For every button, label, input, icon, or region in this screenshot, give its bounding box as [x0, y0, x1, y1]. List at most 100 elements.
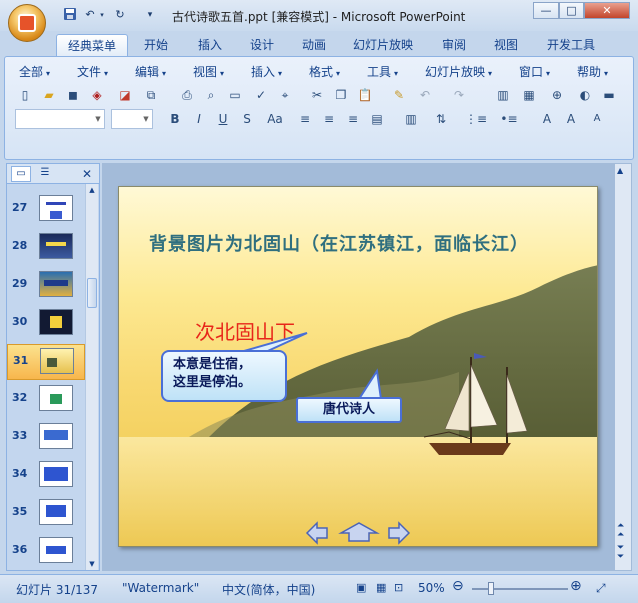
- next-arrow-icon[interactable]: [388, 521, 411, 545]
- chart-icon[interactable]: ▥: [493, 85, 513, 105]
- menu-format[interactable]: 格式 ▾: [309, 63, 340, 80]
- zoom-slider[interactable]: [472, 588, 568, 590]
- hyperlink-icon[interactable]: ⊕: [547, 85, 567, 105]
- align-left-icon[interactable]: ≡: [295, 109, 315, 129]
- slide-thumbnail-33[interactable]: 33: [7, 420, 85, 456]
- save-icon[interactable]: [62, 7, 78, 23]
- close-button[interactable]: ✕: [584, 2, 630, 19]
- menu-file[interactable]: 文件 ▾: [77, 63, 108, 80]
- italic-button[interactable]: I: [189, 109, 209, 129]
- normal-view-icon[interactable]: ▣: [356, 581, 366, 594]
- underline-button[interactable]: U: [213, 109, 233, 129]
- slide-thumbnail-30[interactable]: 30: [7, 306, 85, 342]
- menu-slideshow[interactable]: 幻灯片放映 ▾: [425, 63, 492, 80]
- menu-view[interactable]: 视图 ▾: [193, 63, 224, 80]
- outline-tab-icon[interactable]: ☰: [35, 166, 55, 182]
- slide-thumbnail-27[interactable]: 27: [7, 192, 85, 228]
- font-name-select[interactable]: ▼: [15, 109, 105, 129]
- tab-view[interactable]: 视图: [486, 34, 526, 56]
- menu-all[interactable]: 全部 ▾: [19, 63, 50, 80]
- new-file-icon[interactable]: ▯: [15, 85, 35, 105]
- bold-button[interactable]: B: [165, 109, 185, 129]
- cut-icon[interactable]: ✂: [307, 85, 327, 105]
- table-icon[interactable]: ▦: [519, 85, 539, 105]
- print-icon[interactable]: ⎙: [177, 85, 197, 105]
- redo-icon[interactable]: ↻: [112, 7, 128, 23]
- increase-font-icon[interactable]: A: [537, 109, 557, 129]
- slide-icon[interactable]: ▭: [225, 85, 245, 105]
- tab-home[interactable]: 开始: [136, 34, 176, 56]
- tab-developer[interactable]: 开发工具: [540, 34, 602, 56]
- pdf-icon[interactable]: ◪: [115, 85, 135, 105]
- menu-window[interactable]: 窗口 ▾: [519, 63, 550, 80]
- shadow-button[interactable]: S: [237, 109, 257, 129]
- menu-help[interactable]: 帮助 ▾: [577, 63, 608, 80]
- minimize-button[interactable]: —: [533, 2, 559, 19]
- format-painter-icon[interactable]: ✎: [389, 85, 409, 105]
- slide-canvas[interactable]: 背景图片为北固山（在江苏镇江，面临长江） 次北固山下 本意是住宿， 这里是停泊。…: [118, 186, 598, 547]
- display-icon[interactable]: ▬: [599, 85, 619, 105]
- copy-icon[interactable]: ❐: [331, 85, 351, 105]
- numbering-icon[interactable]: ⋮≡: [465, 109, 487, 129]
- language-indicator[interactable]: 中文(简体，中国): [222, 581, 315, 598]
- menu-insert[interactable]: 插入 ▾: [251, 63, 282, 80]
- scroll-down-icon[interactable]: ▼: [86, 558, 98, 570]
- paste-icon[interactable]: 📋: [355, 85, 375, 105]
- slide-thumbnail-28[interactable]: 28: [7, 230, 85, 266]
- tab-review[interactable]: 审阅: [434, 34, 474, 56]
- slides-scrollbar[interactable]: ▲ ▼: [85, 184, 98, 570]
- scroll-up-icon[interactable]: ▲: [86, 184, 98, 196]
- tab-design[interactable]: 设计: [242, 34, 282, 56]
- slides-tab-icon[interactable]: ▭: [11, 166, 31, 182]
- open-folder-icon[interactable]: ▰: [39, 85, 59, 105]
- undo-icon[interactable]: ↶: [415, 85, 435, 105]
- zoom-out-icon[interactable]: ⊖: [452, 578, 464, 594]
- bullets-icon[interactable]: •≡: [499, 109, 519, 129]
- zoom-level[interactable]: 50%: [418, 581, 445, 595]
- grow-font-icon[interactable]: A: [561, 109, 581, 129]
- slide-thumbnail-29[interactable]: 29: [7, 268, 85, 304]
- zoom-in-icon[interactable]: ⊕: [570, 578, 582, 594]
- home-arrow-icon[interactable]: [338, 522, 380, 542]
- undo-dropdown-icon[interactable]: ▾: [94, 7, 110, 23]
- redo-icon[interactable]: ↷: [449, 85, 469, 105]
- scroll-up-icon[interactable]: ▲: [617, 166, 623, 175]
- preview-icon[interactable]: ⌕: [201, 85, 221, 105]
- menu-edit[interactable]: 编辑 ▾: [135, 63, 166, 80]
- next-slide-icon[interactable]: ⏷ ⏷: [617, 544, 624, 562]
- zoom-slider-thumb[interactable]: [488, 582, 494, 595]
- previous-slide-icon[interactable]: ⏶ ⏶: [617, 522, 624, 540]
- slide-thumbnail-36[interactable]: 36: [7, 534, 85, 570]
- menu-tools[interactable]: 工具 ▾: [367, 63, 398, 80]
- text-direction-icon[interactable]: ⇅: [431, 109, 451, 129]
- justify-icon[interactable]: ▤: [367, 109, 387, 129]
- slide-thumbnail-31[interactable]: 31: [7, 344, 85, 380]
- tab-animation[interactable]: 动画: [294, 34, 334, 56]
- close-pane-icon[interactable]: ✕: [79, 166, 95, 182]
- slide-thumbnail-35[interactable]: 35: [7, 496, 85, 532]
- research-icon[interactable]: ⌖: [275, 85, 295, 105]
- slideshow-view-icon[interactable]: ⊡: [394, 581, 403, 594]
- align-center-icon[interactable]: ≡: [319, 109, 339, 129]
- prev-arrow-icon[interactable]: [305, 521, 328, 545]
- office-button[interactable]: [8, 4, 46, 42]
- shrink-font-icon[interactable]: A: [587, 109, 607, 129]
- color-grayscale-icon[interactable]: ◐: [575, 85, 595, 105]
- tab-insert[interactable]: 插入: [190, 34, 230, 56]
- scroll-thumb[interactable]: [87, 278, 97, 308]
- save-icon[interactable]: ◼: [63, 85, 83, 105]
- customize-qat-icon[interactable]: ▾: [142, 7, 158, 23]
- spelling-icon[interactable]: ✓: [251, 85, 271, 105]
- fit-to-window-icon[interactable]: ⤢: [596, 581, 606, 596]
- align-right-icon[interactable]: ≡: [343, 109, 363, 129]
- main-scrollbar[interactable]: ▲ ⏶ ⏶ ⏷ ⏷: [614, 163, 632, 571]
- change-case-button[interactable]: Aa: [261, 109, 289, 129]
- font-size-select[interactable]: ▼: [111, 109, 153, 129]
- print-preview-icon[interactable]: ⧉: [141, 85, 161, 105]
- tab-classic-menu[interactable]: 经典菜单: [56, 34, 128, 56]
- slide-thumbnail-34[interactable]: 34: [7, 458, 85, 494]
- maximize-button[interactable]: □: [559, 2, 584, 19]
- permission-icon[interactable]: ◈: [87, 85, 107, 105]
- slide-sorter-icon[interactable]: ▦: [376, 581, 386, 594]
- columns-icon[interactable]: ▥: [401, 109, 421, 129]
